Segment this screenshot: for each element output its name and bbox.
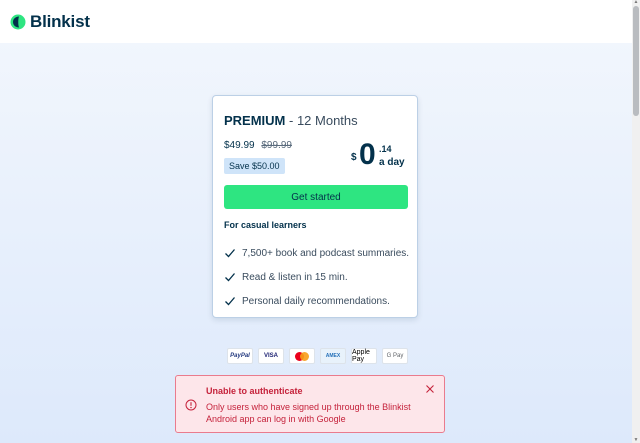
- scroll-thumb[interactable]: [633, 6, 639, 116]
- plan-title: PREMIUM - 12 Months: [224, 113, 358, 128]
- top-header: Blinkist: [0, 0, 632, 43]
- audience-label: For casual learners: [224, 220, 307, 230]
- feature-text: Personal daily recommendations.: [242, 295, 390, 307]
- alert-circle-icon: [185, 399, 197, 411]
- toast-message: Only users who have signed up through th…: [206, 402, 411, 424]
- error-toast: Unable to authenticate Only users who ha…: [175, 375, 445, 433]
- vertical-scrollbar[interactable]: ▲ ▼: [632, 0, 640, 443]
- check-icon: [225, 273, 235, 282]
- visa-icon: VISA: [258, 348, 284, 364]
- savings-badge: Save $50.00: [224, 158, 285, 174]
- payment-methods: PayPal VISA AMEX Apple Pay G Pay: [227, 348, 408, 364]
- amex-icon: AMEX: [320, 348, 346, 364]
- current-price: $49.99: [224, 140, 255, 151]
- mastercard-icon: [289, 348, 315, 364]
- brand-logo[interactable]: Blinkist: [10, 12, 90, 32]
- scroll-down-icon[interactable]: ▼: [633, 438, 639, 443]
- daily-price-cents: .14: [379, 144, 392, 154]
- feature-text: Read & listen in 15 min.: [242, 271, 348, 283]
- check-icon: [225, 297, 235, 306]
- toast-title: Unable to authenticate: [206, 386, 303, 396]
- premium-plan-card: PREMIUM - 12 Months $49.99 $99.99 Save $…: [212, 95, 418, 318]
- feature-text: 7,500+ book and podcast summaries.: [242, 247, 410, 259]
- plan-name: PREMIUM: [224, 113, 286, 128]
- blinkist-logo-icon: [10, 14, 26, 29]
- daily-price: $ 0 .14 a day: [347, 138, 407, 172]
- close-icon[interactable]: [425, 384, 435, 394]
- feature-item: 7,500+ book and podcast summaries.: [224, 241, 409, 265]
- daily-price-currency: $: [351, 152, 357, 163]
- price-row: $49.99 $99.99: [224, 140, 292, 151]
- plan-term: - 12 Months: [285, 113, 358, 128]
- daily-price-unit: a day: [379, 157, 405, 168]
- apple-pay-icon: Apple Pay: [351, 348, 377, 364]
- feature-item: Read & listen in 15 min.: [224, 265, 409, 289]
- google-pay-icon: G Pay: [382, 348, 408, 364]
- feature-item: Personal daily recommendations.: [224, 289, 409, 313]
- check-icon: [225, 249, 235, 258]
- daily-price-whole: 0: [359, 138, 376, 171]
- brand-name: Blinkist: [30, 11, 90, 31]
- feature-list: 7,500+ book and podcast summaries. Read …: [224, 241, 409, 313]
- get-started-button[interactable]: Get started: [224, 185, 408, 209]
- paypal-icon: PayPal: [227, 348, 253, 364]
- original-price: $99.99: [261, 140, 292, 151]
- scroll-up-icon[interactable]: ▲: [633, 0, 639, 5]
